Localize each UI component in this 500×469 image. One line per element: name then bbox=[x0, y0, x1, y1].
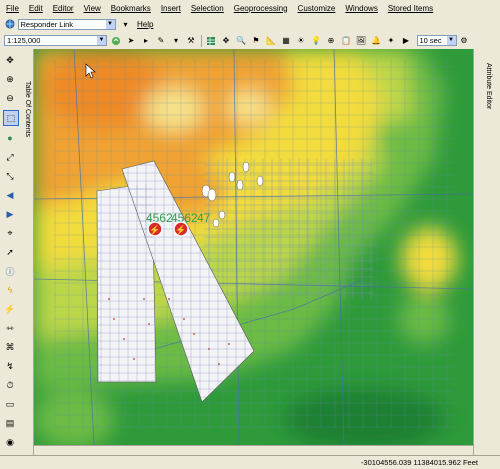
clipboard-icon[interactable]: 📋 bbox=[340, 35, 352, 47]
lightning-icon[interactable]: ϟ bbox=[3, 283, 17, 297]
attribute-editor-label: Attribute Editor bbox=[485, 63, 492, 110]
find-icon[interactable]: 🔍 bbox=[235, 35, 247, 47]
pan-icon[interactable]: ✥ bbox=[3, 53, 17, 67]
dropdown-icon[interactable]: ▾ bbox=[120, 18, 132, 30]
refresh-icon[interactable] bbox=[110, 35, 122, 47]
menu-view[interactable]: View bbox=[79, 4, 106, 13]
scale-value: 1:125,000 bbox=[7, 36, 41, 45]
menu-edit[interactable]: Edit bbox=[24, 4, 48, 13]
route-icon[interactable]: ⚑ bbox=[250, 35, 262, 47]
full-extent-icon[interactable]: ⤢ bbox=[3, 150, 17, 164]
left-toolbar: ✥ ⊕ ⊖ ⬚ ● ⤢ ⤡ ◀ ▶ ⌖ ➚ ⓘ ϟ ⚡ ⇿ ⌘ ↯ ⏱ ▭ ▤ … bbox=[0, 49, 22, 455]
play-icon[interactable]: ▶ bbox=[400, 35, 412, 47]
layer-combo[interactable]: Responder Link ▼ bbox=[17, 18, 116, 30]
toc-tab[interactable]: Table Of Contents bbox=[21, 49, 34, 455]
chevron-down-icon[interactable]: ▼ bbox=[97, 36, 106, 45]
pan-icon[interactable]: ✥ bbox=[220, 35, 232, 47]
magic-wand-icon[interactable]: ✦ bbox=[385, 35, 397, 47]
menu-file[interactable]: File bbox=[0, 4, 24, 13]
zoom-out-icon[interactable]: ⊖ bbox=[3, 91, 17, 105]
edit-arrow-icon[interactable]: ▸ bbox=[140, 35, 152, 47]
help-menu[interactable]: Help bbox=[137, 20, 153, 29]
menu-customize[interactable]: Customize bbox=[293, 4, 341, 13]
toolbar-main: 1:125,000 ▼ ➤ ▸ ✎ ▾ ⚒ ✥ 🔍 ⚑ 📐 ▦ ☀ 💡 ⊕ 📋 … bbox=[0, 32, 500, 50]
toolbar-responder: Responder Link ▼ ▾ Help bbox=[0, 16, 500, 33]
globe-icon[interactable]: ● bbox=[3, 131, 17, 145]
back-arrow-icon[interactable]: ◀ bbox=[3, 188, 17, 202]
layer-combo-value: Responder Link bbox=[20, 19, 74, 29]
layout-icon[interactable]: ▤ bbox=[3, 416, 17, 430]
binoculars-icon[interactable]: ⌘ bbox=[3, 340, 17, 354]
time-slider-icon[interactable]: ⏱ bbox=[3, 378, 17, 392]
chevron-down-icon[interactable]: ▼ bbox=[446, 36, 456, 45]
forward-arrow-icon[interactable]: ▶ bbox=[3, 207, 17, 221]
table-icon[interactable] bbox=[205, 35, 217, 47]
image-icon[interactable]: 🖼 bbox=[355, 35, 367, 47]
map-canvas[interactable]: 4562 4562 47 ⚡ ⚡ bbox=[34, 49, 473, 445]
dropdown-icon[interactable]: ▾ bbox=[170, 35, 182, 47]
lightbulb-icon[interactable]: 💡 bbox=[310, 35, 322, 47]
options-icon[interactable]: ⚙ bbox=[458, 35, 470, 47]
sun-icon[interactable]: ☀ bbox=[295, 35, 307, 47]
attribute-editor-tab[interactable]: Attribute Editor bbox=[473, 49, 500, 455]
measure-icon[interactable]: 📐 bbox=[265, 35, 277, 47]
camera-icon[interactable]: ◉ bbox=[3, 435, 17, 449]
measure-icon[interactable]: ⇿ bbox=[3, 321, 17, 335]
layers-icon[interactable]: ▦ bbox=[280, 35, 292, 47]
responder-globe-icon bbox=[4, 18, 16, 30]
chevron-down-icon[interactable]: ▼ bbox=[105, 19, 115, 29]
responder-unit-icon[interactable]: ⚡ bbox=[147, 221, 163, 237]
toc-tab-label: Table Of Contents bbox=[24, 81, 31, 138]
unit-label: 47 bbox=[197, 211, 211, 225]
responder-unit-icon[interactable]: ⚡ bbox=[173, 221, 189, 237]
scale-combo[interactable]: 1:125,000 ▼ bbox=[4, 35, 107, 46]
selection-tool-icon[interactable]: ⌖ bbox=[3, 226, 17, 240]
svg-text:⚡: ⚡ bbox=[149, 224, 160, 236]
toolbar-separator bbox=[200, 34, 202, 47]
menu-geoprocessing[interactable]: Geoprocessing bbox=[229, 4, 293, 13]
zoom-in-icon[interactable]: ⊕ bbox=[3, 72, 17, 86]
menu-insert[interactable]: Insert bbox=[156, 4, 186, 13]
map-view[interactable]: 4562 4562 47 ⚡ ⚡ bbox=[34, 49, 473, 445]
arrow-pointer-icon[interactable]: ➚ bbox=[3, 245, 17, 259]
menu-editor[interactable]: Editor bbox=[48, 4, 79, 13]
refresh-interval-combo[interactable]: 10 sec ▼ bbox=[416, 35, 457, 46]
svg-text:⚡: ⚡ bbox=[175, 224, 186, 236]
fixed-zoom-icon[interactable]: ⤡ bbox=[3, 169, 17, 183]
hyperlink-icon[interactable]: ⚡ bbox=[3, 302, 17, 316]
bell-icon[interactable]: 🔔 bbox=[370, 35, 382, 47]
menu-stored-items[interactable]: Stored Items bbox=[383, 4, 438, 13]
menu-bookmarks[interactable]: Bookmarks bbox=[106, 4, 156, 13]
menu-selection[interactable]: Selection bbox=[186, 4, 229, 13]
menu-bar: File Edit Editor View Bookmarks Insert S… bbox=[0, 0, 500, 17]
pencil-icon[interactable]: ✎ bbox=[155, 35, 167, 47]
route-icon[interactable]: ↯ bbox=[3, 359, 17, 373]
refresh-interval-value: 10 sec bbox=[419, 36, 442, 45]
menu-windows[interactable]: Windows bbox=[340, 4, 382, 13]
status-bar: -30104556.039 11384015.962 Feet bbox=[0, 455, 500, 469]
tools-icon[interactable]: ⚒ bbox=[185, 35, 197, 47]
select-icon[interactable]: ⬚ bbox=[3, 110, 19, 126]
coordinates-readout: -30104556.039 11384015.962 Feet bbox=[360, 458, 478, 467]
screen-icon[interactable]: ▭ bbox=[3, 397, 17, 411]
target-icon[interactable]: ⊕ bbox=[325, 35, 337, 47]
pointer-icon[interactable]: ➤ bbox=[125, 35, 137, 47]
info-icon[interactable]: ⓘ bbox=[3, 264, 17, 278]
